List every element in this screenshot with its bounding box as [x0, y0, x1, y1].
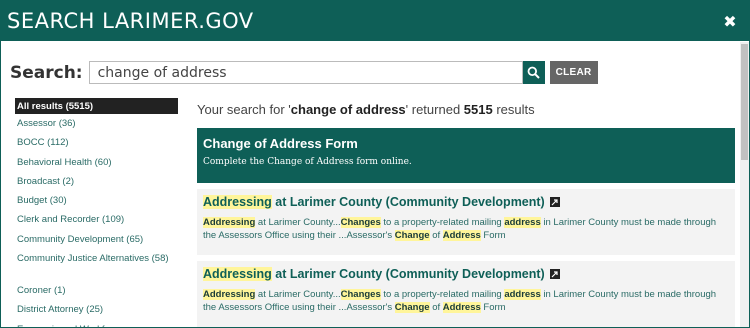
search-icon — [527, 66, 540, 79]
result-item: Addressing at Larimer County (Community … — [197, 261, 735, 327]
snippet-highlight: Change — [394, 230, 430, 241]
summary-middle: ' returned — [405, 102, 464, 117]
sidebar-item-assessor[interactable]: Assessor (36) — [15, 114, 178, 133]
sidebar-item-behavioral-health[interactable]: Behavioral Health (60) — [15, 153, 178, 172]
sidebar-item-economic-and-workforce[interactable]: Economic and Workforce — [15, 320, 178, 327]
modal-header: SEARCH LARIMER.GOV ✖ — [1, 1, 749, 41]
search-modal: SEARCH LARIMER.GOV ✖ Search: CLEAR All r… — [0, 0, 750, 328]
result-item: Addressing at Larimer County (Community … — [197, 189, 735, 255]
results-panel: Your search for 'change of address' retu… — [197, 102, 735, 327]
title-highlight: Addressing — [203, 267, 272, 281]
clear-button[interactable]: CLEAR — [549, 61, 598, 84]
snippet-highlight: address — [504, 217, 541, 228]
results-summary: Your search for 'change of address' retu… — [197, 102, 735, 128]
sidebar-item-clerk-and-recorder[interactable]: Clerk and Recorder (109) — [15, 210, 178, 229]
result-snippet: Addressing at Larimer County...Changes t… — [203, 216, 729, 242]
search-label: Search: — [10, 62, 83, 83]
modal-title: SEARCH LARIMER.GOV — [7, 9, 254, 33]
snippet-highlight: Change — [394, 302, 430, 313]
sidebar-item-district-attorney[interactable]: District Attorney (25) — [15, 300, 178, 319]
result-snippet: Addressing at Larimer County...Changes t… — [203, 288, 729, 314]
snippet-text: of — [429, 302, 443, 313]
result-title-link[interactable]: Addressing at Larimer County (Community … — [203, 267, 729, 281]
summary-count: 5515 — [463, 102, 493, 117]
result-title-link[interactable]: Addressing at Larimer County (Community … — [203, 195, 729, 209]
snippet-highlight: Address — [442, 302, 481, 313]
featured-result[interactable]: Change of Address Form Complete the Chan… — [197, 128, 735, 183]
sidebar-item-budget[interactable]: Budget (30) — [15, 191, 178, 210]
snippet-text: of — [429, 230, 443, 241]
snippet-highlight: Addressing — [203, 217, 256, 228]
snippet-text: Form — [480, 230, 506, 241]
category-sidebar: All results (5515) Assessor (36) BOCC (1… — [15, 98, 178, 327]
snippet-highlight: Changes — [340, 289, 381, 300]
snippet-text: at Larimer County... — [255, 217, 341, 228]
summary-query: change of address — [290, 102, 406, 117]
sidebar-item-community-development[interactable]: Community Development (65) — [15, 230, 178, 249]
title-text: at Larimer County (Community Development… — [271, 195, 545, 209]
scrollbar[interactable] — [740, 42, 749, 327]
scrollbar-thumb[interactable] — [741, 44, 748, 160]
sidebar-item-broadcast[interactable]: Broadcast (2) — [15, 172, 178, 191]
title-highlight: Addressing — [203, 195, 272, 209]
search-button[interactable] — [522, 61, 545, 84]
summary-suffix: results — [492, 102, 535, 117]
external-link-icon[interactable] — [549, 197, 560, 207]
snippet-text: to a property-related mailing — [380, 289, 505, 300]
snippet-highlight: Changes — [340, 217, 381, 228]
sidebar-item-all-results[interactable]: All results (5515) — [15, 98, 178, 114]
snippet-highlight: address — [504, 289, 541, 300]
snippet-highlight: Address — [442, 230, 481, 241]
sidebar-item-coroner[interactable]: Coroner (1) — [15, 281, 178, 300]
close-button[interactable]: ✖ — [719, 10, 741, 32]
sidebar-item-community-justice-alternatives[interactable]: Community Justice Alternatives (58) — [15, 249, 178, 281]
title-text: at Larimer County (Community Development… — [271, 267, 545, 281]
featured-description: Complete the Change of Address form onli… — [203, 157, 412, 167]
snippet-text: Form — [480, 302, 506, 313]
search-input[interactable] — [88, 61, 523, 84]
snippet-text: at Larimer County... — [255, 289, 341, 300]
snippet-text: to a property-related mailing — [380, 217, 505, 228]
snippet-highlight: Addressing — [203, 289, 256, 300]
sidebar-item-bocc[interactable]: BOCC (112) — [15, 133, 178, 152]
search-bar: Search: CLEAR — [10, 61, 598, 84]
external-link-icon[interactable] — [549, 269, 560, 279]
summary-prefix: Your search for ' — [197, 102, 291, 117]
featured-title[interactable]: Change of Address Form — [203, 136, 729, 151]
